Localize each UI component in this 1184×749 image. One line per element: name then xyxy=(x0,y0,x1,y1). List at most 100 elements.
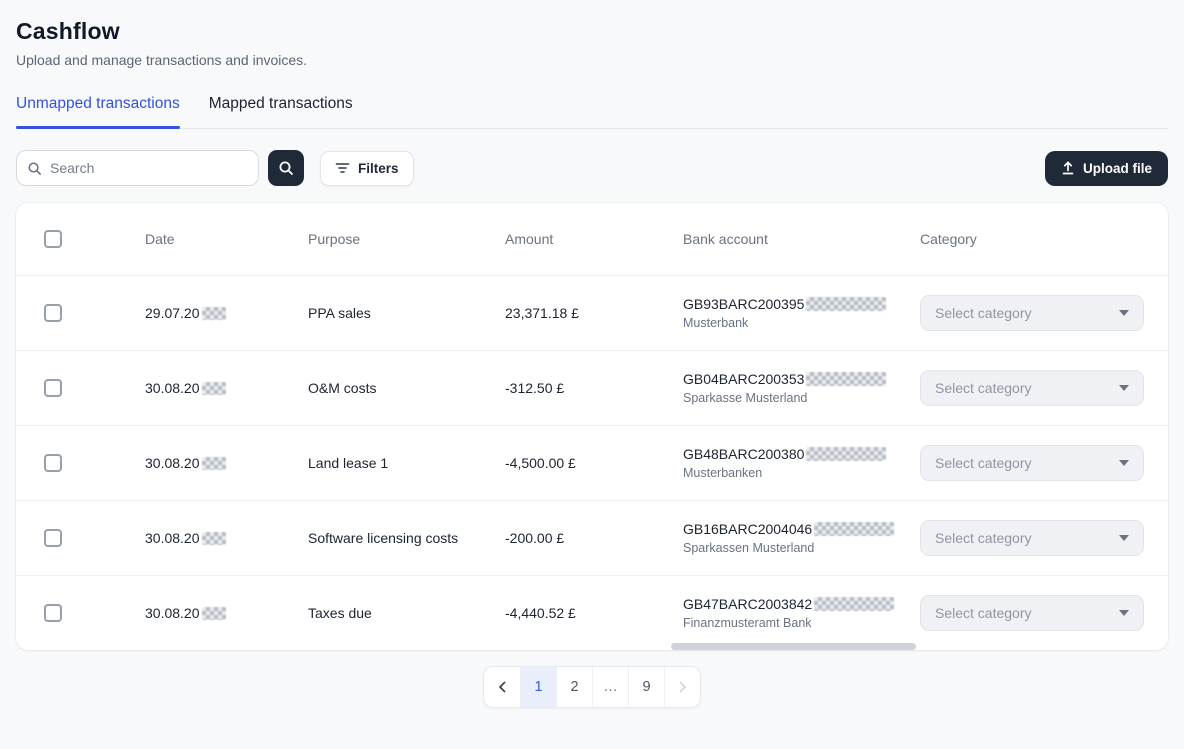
iban-value: GB47BARC2003842 xyxy=(683,596,812,612)
chevron-down-icon xyxy=(1119,535,1129,541)
bank-name: Musterbanken xyxy=(683,466,920,480)
bank-account-cell: GB47BARC2003842 Finanzmusteramt Bank xyxy=(683,596,920,630)
date-value: 30.08.20 xyxy=(145,530,200,546)
bank-account-cell: GB16BARC2004046 Sparkassen Musterland xyxy=(683,521,920,555)
table-row: 30.08.20 Land lease 1 -4,500.00 £ GB48BA… xyxy=(16,425,1168,500)
bank-name: Musterbank xyxy=(683,316,920,330)
date-cell: 30.08.20 xyxy=(145,380,308,396)
purpose-cell: Taxes due xyxy=(308,605,505,621)
chevron-down-icon xyxy=(1119,385,1129,391)
pagination-page-2[interactable]: 2 xyxy=(556,667,592,707)
page-subtitle: Upload and manage transactions and invoi… xyxy=(16,52,1168,68)
row-checkbox[interactable] xyxy=(44,454,62,472)
tab-bar: Unmapped transactions Mapped transaction… xyxy=(16,95,1168,129)
category-select[interactable]: Select category xyxy=(920,595,1144,631)
tab-unmapped-transactions[interactable]: Unmapped transactions xyxy=(16,95,180,128)
category-select[interactable]: Select category xyxy=(920,295,1144,331)
category-cell: Select category xyxy=(920,595,1168,631)
redacted-iban-blur xyxy=(806,372,886,386)
date-cell: 30.08.20 xyxy=(145,455,308,471)
date-value: 29.07.20 xyxy=(145,305,200,321)
category-select-placeholder: Select category xyxy=(935,305,1032,321)
purpose-cell: Land lease 1 xyxy=(308,455,505,471)
filters-button-label: Filters xyxy=(358,161,399,176)
table-row: 30.08.20 Taxes due -4,440.52 £ GB47BARC2… xyxy=(16,575,1168,650)
pagination: 1 2 … 9 xyxy=(483,666,701,708)
date-cell: 30.08.20 xyxy=(145,605,308,621)
category-cell: Select category xyxy=(920,520,1168,556)
cashflow-page: Cashflow Upload and manage transactions … xyxy=(0,18,1184,708)
redacted-iban-blur xyxy=(806,297,886,311)
row-checkbox[interactable] xyxy=(44,604,62,622)
bank-account-cell: GB93BARC200395 Musterbank xyxy=(683,296,920,330)
page-title: Cashflow xyxy=(16,18,1168,45)
category-select-placeholder: Select category xyxy=(935,380,1032,396)
transactions-table: Date Purpose Amount Bank account Categor… xyxy=(16,203,1168,650)
chevron-down-icon xyxy=(1119,460,1129,466)
row-checkbox[interactable] xyxy=(44,304,62,322)
search-submit-button[interactable] xyxy=(268,150,304,186)
redacted-date-blur xyxy=(202,382,226,395)
iban-value: GB04BARC200353 xyxy=(683,371,804,387)
table-row: 30.08.20 O&M costs -312.50 £ GB04BARC200… xyxy=(16,350,1168,425)
bank-name: Finanzmusteramt Bank xyxy=(683,616,920,630)
category-select-placeholder: Select category xyxy=(935,455,1032,471)
bank-account-cell: GB04BARC200353 Sparkasse Musterland xyxy=(683,371,920,405)
date-value: 30.08.20 xyxy=(145,380,200,396)
category-select[interactable]: Select category xyxy=(920,370,1144,406)
filters-button[interactable]: Filters xyxy=(320,151,414,186)
category-select[interactable]: Select category xyxy=(920,445,1144,481)
purpose-cell: Software licensing costs xyxy=(308,530,505,546)
redacted-date-blur xyxy=(202,532,226,545)
pagination-prev-button[interactable] xyxy=(484,667,520,707)
horizontal-scrollbar-thumb[interactable] xyxy=(671,643,916,650)
redacted-iban-blur xyxy=(806,447,886,461)
row-checkbox[interactable] xyxy=(44,529,62,547)
date-cell: 29.07.20 xyxy=(145,305,308,321)
redacted-iban-blur xyxy=(814,522,894,536)
chevron-right-icon xyxy=(679,681,687,693)
chevron-down-icon xyxy=(1119,610,1129,616)
category-select[interactable]: Select category xyxy=(920,520,1144,556)
category-cell: Select category xyxy=(920,295,1168,331)
column-header-purpose: Purpose xyxy=(308,231,505,247)
redacted-date-blur xyxy=(202,607,226,620)
date-cell: 30.08.20 xyxy=(145,530,308,546)
bank-name: Sparkassen Musterland xyxy=(683,541,920,555)
row-checkbox[interactable] xyxy=(44,379,62,397)
bank-name: Sparkasse Musterland xyxy=(683,391,920,405)
select-all-checkbox[interactable] xyxy=(44,230,62,248)
category-cell: Select category xyxy=(920,370,1168,406)
column-header-bank-account: Bank account xyxy=(683,231,920,247)
amount-cell: -4,500.00 £ xyxy=(505,455,683,471)
pagination-page-9[interactable]: 9 xyxy=(628,667,664,707)
upload-file-button[interactable]: Upload file xyxy=(1045,151,1168,186)
chevron-down-icon xyxy=(1119,310,1129,316)
iban-value: GB16BARC2004046 xyxy=(683,521,812,537)
amount-cell: 23,371.18 £ xyxy=(505,305,683,321)
filter-icon xyxy=(335,162,350,174)
bank-account-cell: GB48BARC200380 Musterbanken xyxy=(683,446,920,480)
category-select-placeholder: Select category xyxy=(935,605,1032,621)
upload-file-button-label: Upload file xyxy=(1083,161,1152,176)
table-header-row: Date Purpose Amount Bank account Categor… xyxy=(16,203,1168,275)
column-header-category: Category xyxy=(920,231,1168,247)
amount-cell: -4,440.52 £ xyxy=(505,605,683,621)
purpose-cell: O&M costs xyxy=(308,380,505,396)
pagination-page-1[interactable]: 1 xyxy=(520,667,556,707)
amount-cell: -200.00 £ xyxy=(505,530,683,546)
redacted-date-blur xyxy=(202,307,226,320)
purpose-cell: PPA sales xyxy=(308,305,505,321)
category-select-placeholder: Select category xyxy=(935,530,1032,546)
table-row: 30.08.20 Software licensing costs -200.0… xyxy=(16,500,1168,575)
category-cell: Select category xyxy=(920,445,1168,481)
search-box[interactable] xyxy=(16,150,259,186)
upload-icon xyxy=(1061,161,1075,175)
search-input[interactable] xyxy=(50,160,248,176)
column-header-amount: Amount xyxy=(505,231,683,247)
table-row: 29.07.20 PPA sales 23,371.18 £ GB93BARC2… xyxy=(16,275,1168,350)
date-value: 30.08.20 xyxy=(145,455,200,471)
pagination-next-button[interactable] xyxy=(664,667,700,707)
date-value: 30.08.20 xyxy=(145,605,200,621)
tab-mapped-transactions[interactable]: Mapped transactions xyxy=(209,95,353,128)
